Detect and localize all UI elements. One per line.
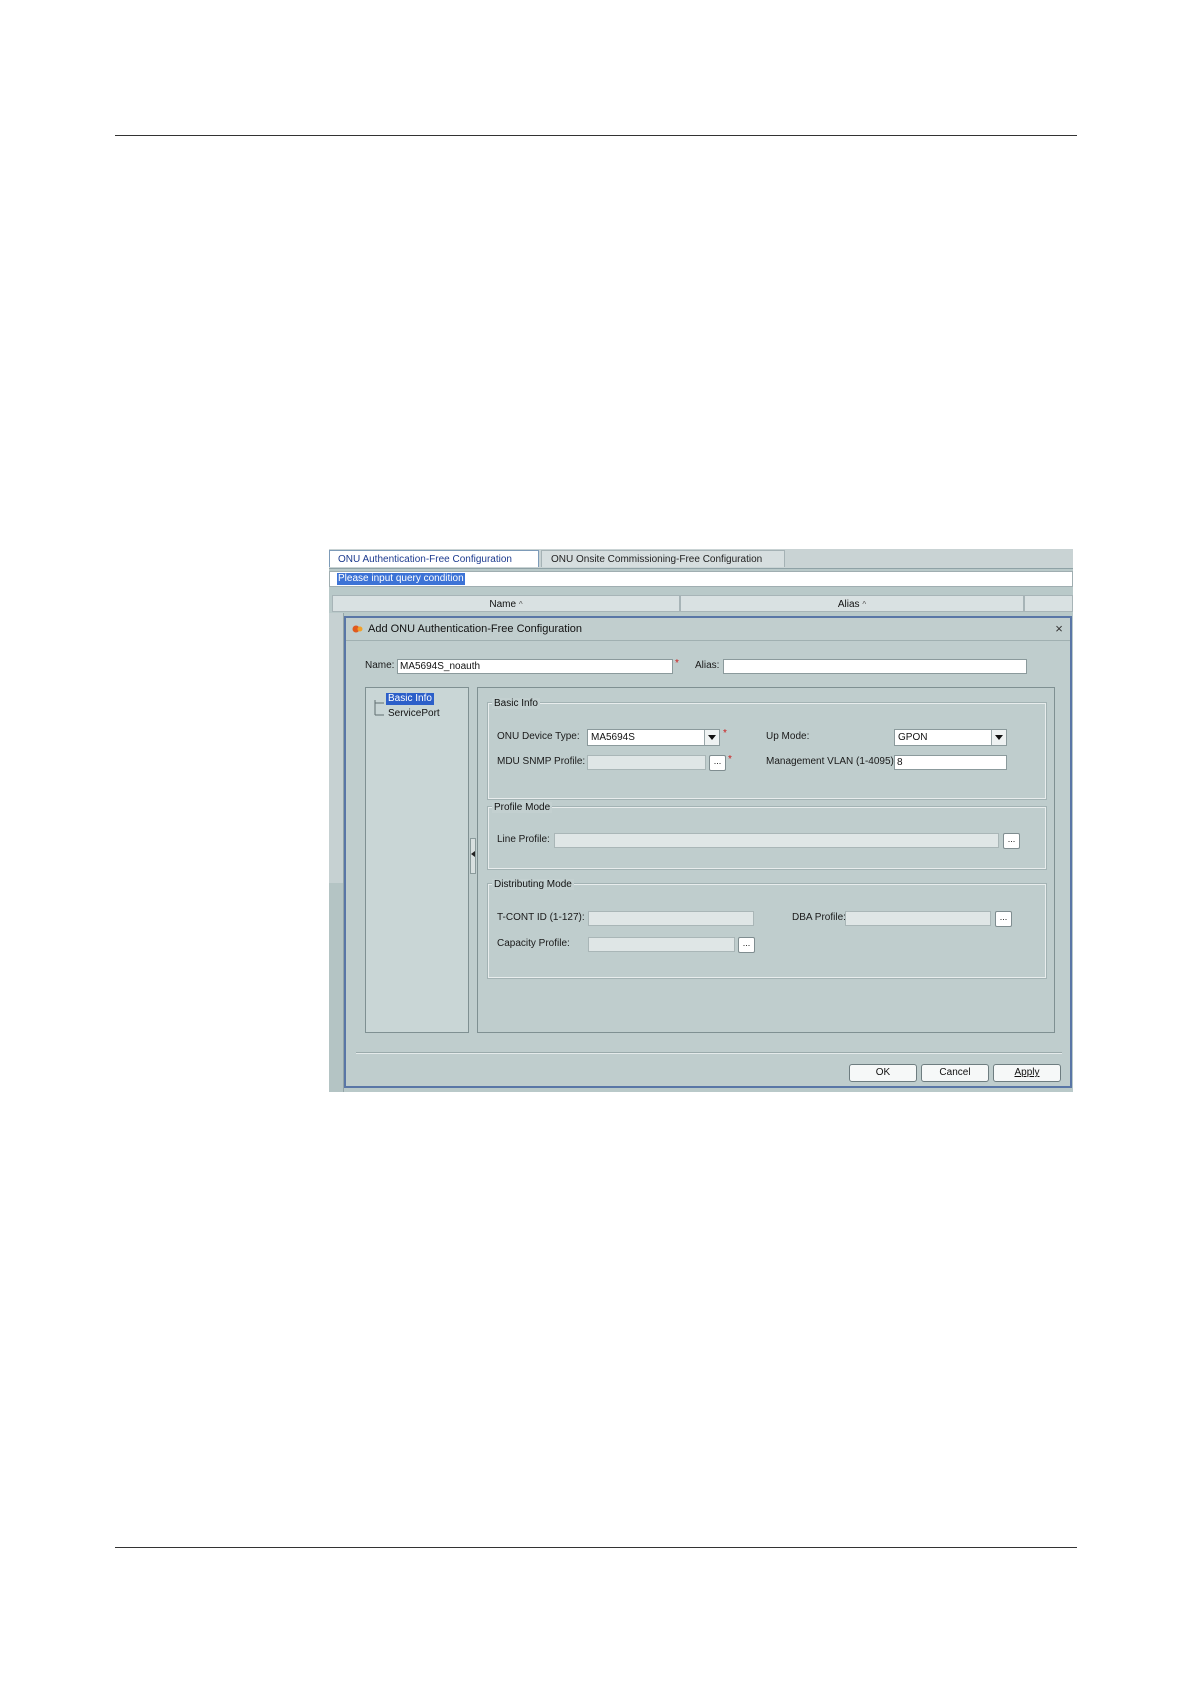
tree-item-serviceport[interactable]: ServicePort: [388, 708, 440, 720]
up-mode-select[interactable]: GPON: [894, 729, 1007, 746]
name-label: Name:: [365, 660, 395, 671]
tab-onu-onsite-commissioning-free[interactable]: ONU Onsite Commissioning-Free Configurat…: [541, 550, 785, 567]
dialog-title-bar[interactable]: Add ONU Authentication-Free Configuratio…: [346, 618, 1070, 641]
tree-item-basic-info[interactable]: Basic Info: [386, 693, 434, 705]
profile-mode-group-title: Profile Mode: [492, 802, 553, 813]
dba-profile-input[interactable]: [845, 911, 991, 926]
column-header-alias[interactable]: Alias ^: [680, 595, 1024, 612]
tree-connector-lines: [374, 700, 384, 716]
name-required-mark: *: [675, 658, 679, 669]
chevron-down-icon[interactable]: [704, 730, 719, 745]
close-icon[interactable]: ×: [1052, 621, 1066, 636]
add-onu-dialog: Add ONU Authentication-Free Configuratio…: [344, 616, 1072, 1088]
management-vlan-input[interactable]: 8: [894, 755, 1007, 770]
tcont-id-input[interactable]: [588, 911, 754, 926]
line-profile-label: Line Profile:: [497, 834, 550, 845]
mdu-snmp-profile-label: MDU SNMP Profile:: [497, 756, 586, 767]
screenshot-window: ONU Authentication-Free Configuration ON…: [329, 549, 1073, 1092]
query-input[interactable]: Please input query condition: [329, 571, 1073, 587]
tab-bar: ONU Authentication-Free Configuration ON…: [329, 549, 1073, 569]
tab-onu-authentication-free[interactable]: ONU Authentication-Free Configuration: [329, 550, 539, 567]
onu-device-type-label: ONU Device Type:: [497, 731, 580, 742]
alias-label: Alias:: [695, 660, 720, 671]
app-icon: [352, 625, 363, 633]
tcont-id-label: T-CONT ID (1-127):: [497, 912, 585, 923]
left-panel-strip-lower: [329, 883, 344, 1092]
basic-info-group-title: Basic Info: [492, 698, 540, 709]
onu-device-type-select[interactable]: MA5694S: [587, 729, 720, 746]
name-input[interactable]: MA5694S_noauth: [397, 659, 673, 674]
management-vlan-label: Management VLAN (1-4095):: [766, 756, 897, 767]
dba-profile-browse-button[interactable]: ...: [995, 911, 1012, 927]
column-header-extra: [1024, 595, 1073, 612]
left-panel-strip: [329, 613, 344, 883]
dialog-title: Add ONU Authentication-Free Configuratio…: [368, 623, 583, 635]
mdu-snmp-required-mark: *: [728, 754, 732, 765]
dba-profile-label: DBA Profile:: [792, 912, 846, 923]
basic-info-panel: Basic Info ONU Device Type: MA5694S * Up…: [477, 687, 1055, 1033]
up-mode-value: GPON: [898, 732, 928, 743]
basic-info-group: [487, 702, 1047, 800]
line-profile-browse-button[interactable]: ...: [1003, 833, 1020, 849]
cancel-button[interactable]: Cancel: [921, 1064, 989, 1082]
apply-button[interactable]: Apply: [993, 1064, 1061, 1082]
page-footer-rule: [115, 1547, 1077, 1548]
query-placeholder: Please input query condition: [337, 573, 465, 585]
chevron-left-icon: [471, 851, 475, 857]
sort-icon: ^: [518, 600, 523, 609]
chevron-down-icon[interactable]: [991, 730, 1006, 745]
mdu-snmp-profile-browse-button[interactable]: ...: [709, 755, 726, 771]
page-header-rule: [115, 135, 1077, 136]
capacity-profile-input[interactable]: [588, 937, 735, 952]
capacity-profile-browse-button[interactable]: ...: [738, 937, 755, 953]
onu-device-type-value: MA5694S: [591, 732, 635, 743]
onu-device-type-required-mark: *: [723, 728, 727, 739]
sort-icon: ^: [862, 600, 867, 609]
splitter-handle[interactable]: [470, 838, 476, 874]
mdu-snmp-profile-input[interactable]: [587, 755, 706, 770]
distributing-mode-group: [487, 883, 1047, 979]
ok-button[interactable]: OK: [849, 1064, 917, 1082]
up-mode-label: Up Mode:: [766, 731, 810, 742]
dialog-button-separator: [356, 1052, 1062, 1054]
config-tree: Basic Info ServicePort: [365, 687, 469, 1033]
line-profile-input[interactable]: [554, 833, 999, 848]
alias-input[interactable]: [723, 659, 1027, 674]
column-header-name[interactable]: Name ^: [332, 595, 680, 612]
distributing-mode-group-title: Distributing Mode: [492, 879, 574, 890]
capacity-profile-label: Capacity Profile:: [497, 938, 570, 949]
